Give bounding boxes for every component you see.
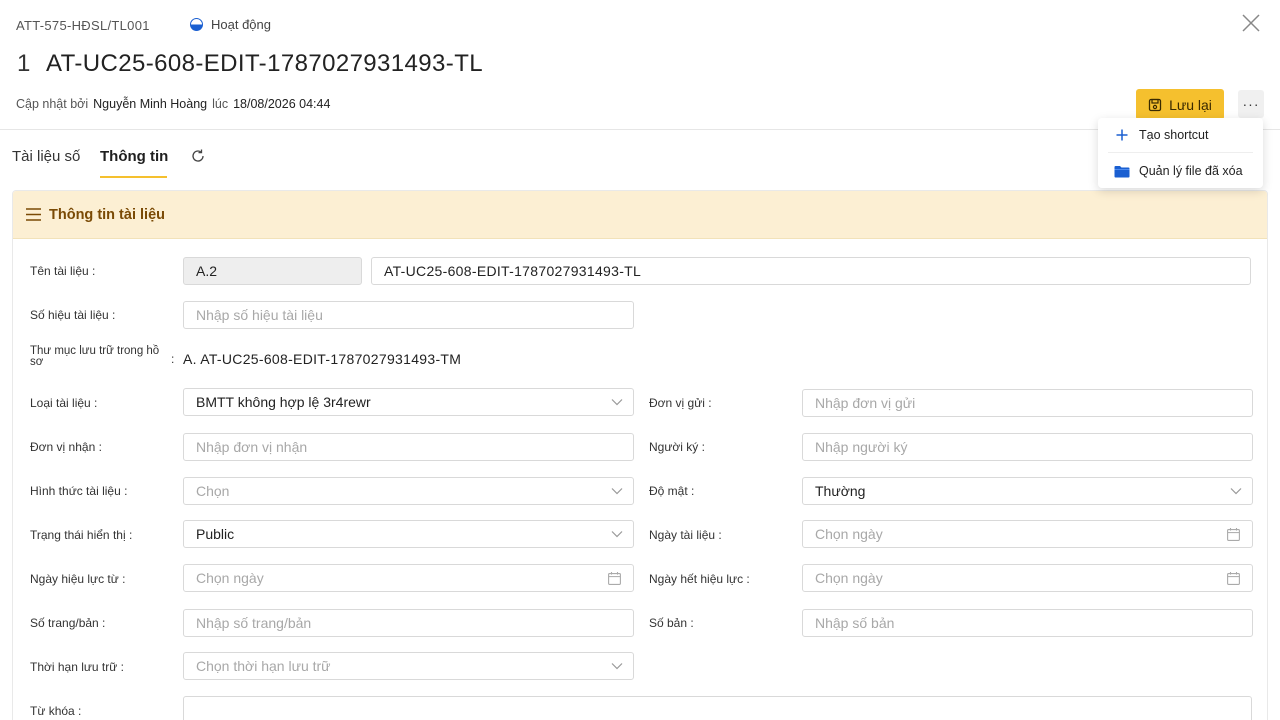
document-form-select[interactable]: Chọn xyxy=(183,477,634,505)
chevron-down-icon xyxy=(1230,488,1242,495)
document-number-label: Số hiệu tài liệu : xyxy=(30,308,116,322)
display-status-label: Trạng thái hiển thị : xyxy=(30,528,133,542)
close-icon[interactable] xyxy=(1240,12,1262,34)
document-name-label: Tên tài liệu : xyxy=(30,264,96,278)
document-name-prefix: A.2 xyxy=(196,263,218,279)
keywords-input[interactable] xyxy=(183,696,1252,720)
save-button-label: Lưu lại xyxy=(1169,96,1212,113)
plus-icon xyxy=(1113,129,1131,141)
effective-from-placeholder: Chọn ngày xyxy=(196,570,264,586)
menu-divider xyxy=(1108,152,1253,153)
display-status-select[interactable]: Public xyxy=(183,520,634,548)
updated-at-label: lúc xyxy=(212,97,229,111)
chevron-down-icon xyxy=(611,399,623,406)
retention-period-select[interactable]: Chọn thời hạn lưu trữ xyxy=(183,652,634,680)
document-date-placeholder: Chọn ngày xyxy=(815,526,883,542)
page-count-label: Số trang/bản : xyxy=(30,616,106,630)
updated-by-user: Nguyễn Minh Hoàng xyxy=(93,97,208,111)
storage-folder-value: A. AT-UC25-608-EDIT-1787027931493-TM xyxy=(183,351,462,367)
document-code: ATT-575-HĐSL/TL001 xyxy=(16,18,150,33)
tab-bar: Tài liệu số Thông tin xyxy=(0,130,1280,180)
receiving-unit-input[interactable]: Nhập đơn vị nhận xyxy=(183,433,634,461)
copy-count-placeholder: Nhập số bản xyxy=(815,615,895,631)
menu-item-label: Quản lý file đã xóa xyxy=(1139,164,1243,178)
document-info-card: Thông tin tài liệu Tên tài liệu : A.2 AT… xyxy=(12,190,1268,720)
copy-count-label: Số bản : xyxy=(649,616,694,630)
status-label: Hoạt động xyxy=(211,17,271,32)
keywords-label: Từ khóa : xyxy=(30,704,82,718)
signer-input[interactable]: Nhập người ký xyxy=(802,433,1253,461)
receiving-unit-placeholder: Nhập đơn vị nhận xyxy=(196,439,308,455)
document-type-label: Loại tài liệu : xyxy=(30,396,98,410)
expiry-date-label: Ngày hết hiệu lực : xyxy=(649,572,750,586)
chevron-down-icon xyxy=(611,488,623,495)
save-icon xyxy=(1148,98,1162,111)
signer-label: Người ký : xyxy=(649,440,705,454)
card-header: Thông tin tài liệu xyxy=(13,191,1267,239)
menu-icon xyxy=(26,208,41,221)
save-button[interactable]: Lưu lại xyxy=(1136,89,1224,120)
card-title: Thông tin tài liệu xyxy=(49,207,165,223)
sending-unit-input[interactable]: Nhập đơn vị gửi xyxy=(802,389,1253,417)
sending-unit-label: Đơn vị gửi : xyxy=(649,396,712,410)
chevron-down-icon xyxy=(611,531,623,538)
more-icon: ··· xyxy=(1242,96,1260,112)
updated-info: Cập nhật bởi Nguyễn Minh Hoàng lúc 18/08… xyxy=(16,97,330,111)
calendar-icon xyxy=(608,572,621,585)
tab-information[interactable]: Thông tin xyxy=(100,148,168,165)
active-tab-underline xyxy=(100,176,167,178)
document-name-value: AT-UC25-608-EDIT-1787027931493-TL xyxy=(384,263,642,279)
status-half-circle-icon xyxy=(190,18,203,31)
refresh-icon[interactable] xyxy=(190,148,206,164)
menu-item-label: Tạo shortcut xyxy=(1139,128,1209,142)
document-date-picker[interactable]: Chọn ngày xyxy=(802,520,1253,548)
calendar-icon xyxy=(1227,528,1240,541)
page-title: AT-UC25-608-EDIT-1787027931493-TL xyxy=(46,50,483,77)
confidentiality-value: Thường xyxy=(815,483,866,499)
expiry-date-picker[interactable]: Chọn ngày xyxy=(802,564,1253,592)
tab-digital-documents[interactable]: Tài liệu số xyxy=(12,148,80,165)
more-options-menu: Tạo shortcut Quản lý file đã xóa xyxy=(1098,118,1263,188)
updated-by-label: Cập nhật bởi xyxy=(16,97,89,111)
document-form-placeholder: Chọn xyxy=(196,483,230,499)
expiry-date-placeholder: Chọn ngày xyxy=(815,570,883,586)
storage-folder-colon: : xyxy=(171,352,175,366)
title-number: 1 xyxy=(17,50,31,77)
document-number-placeholder: Nhập số hiệu tài liệu xyxy=(196,307,323,323)
confidentiality-label: Độ mật : xyxy=(649,484,695,498)
updated-at-time: 18/08/2026 04:44 xyxy=(233,97,331,111)
document-name-prefix-field: A.2 xyxy=(183,257,362,285)
retention-period-placeholder: Chọn thời hạn lưu trữ xyxy=(196,658,331,674)
effective-from-picker[interactable]: Chọn ngày xyxy=(183,564,634,592)
document-name-input[interactable]: AT-UC25-608-EDIT-1787027931493-TL xyxy=(371,257,1251,285)
document-number-input[interactable]: Nhập số hiệu tài liệu xyxy=(183,301,634,329)
document-form-label: Hình thức tài liệu : xyxy=(30,484,128,498)
document-header: ATT-575-HĐSL/TL001 Hoạt động 1 AT-UC25-6… xyxy=(0,0,1280,130)
menu-item-deleted-files[interactable]: Quản lý file đã xóa xyxy=(1098,154,1263,188)
receiving-unit-label: Đơn vị nhận : xyxy=(30,440,102,454)
signer-placeholder: Nhập người ký xyxy=(815,439,908,455)
retention-period-label: Thời hạn lưu trữ : xyxy=(30,660,124,674)
effective-from-label: Ngày hiệu lực từ : xyxy=(30,572,126,586)
menu-item-create-shortcut[interactable]: Tạo shortcut xyxy=(1098,118,1263,152)
folder-icon xyxy=(1113,165,1131,178)
page-count-placeholder: Nhập số trang/bản xyxy=(196,615,312,631)
copy-count-input[interactable]: Nhập số bản xyxy=(802,609,1253,637)
document-type-value: BMTT không hợp lệ 3r4rewr xyxy=(196,394,371,410)
display-status-value: Public xyxy=(196,526,235,542)
calendar-icon xyxy=(1227,572,1240,585)
chevron-down-icon xyxy=(611,663,623,670)
document-date-label: Ngày tài liệu : xyxy=(649,528,722,542)
document-type-select[interactable]: BMTT không hợp lệ 3r4rewr xyxy=(183,388,634,416)
more-options-button[interactable]: ··· xyxy=(1238,90,1264,118)
page-count-input[interactable]: Nhập số trang/bản xyxy=(183,609,634,637)
storage-folder-label: Thư mục lưu trữ trong hồ sơ xyxy=(30,345,160,368)
confidentiality-select[interactable]: Thường xyxy=(802,477,1253,505)
status-indicator: Hoạt động xyxy=(190,17,271,32)
sending-unit-placeholder: Nhập đơn vị gửi xyxy=(815,395,916,411)
